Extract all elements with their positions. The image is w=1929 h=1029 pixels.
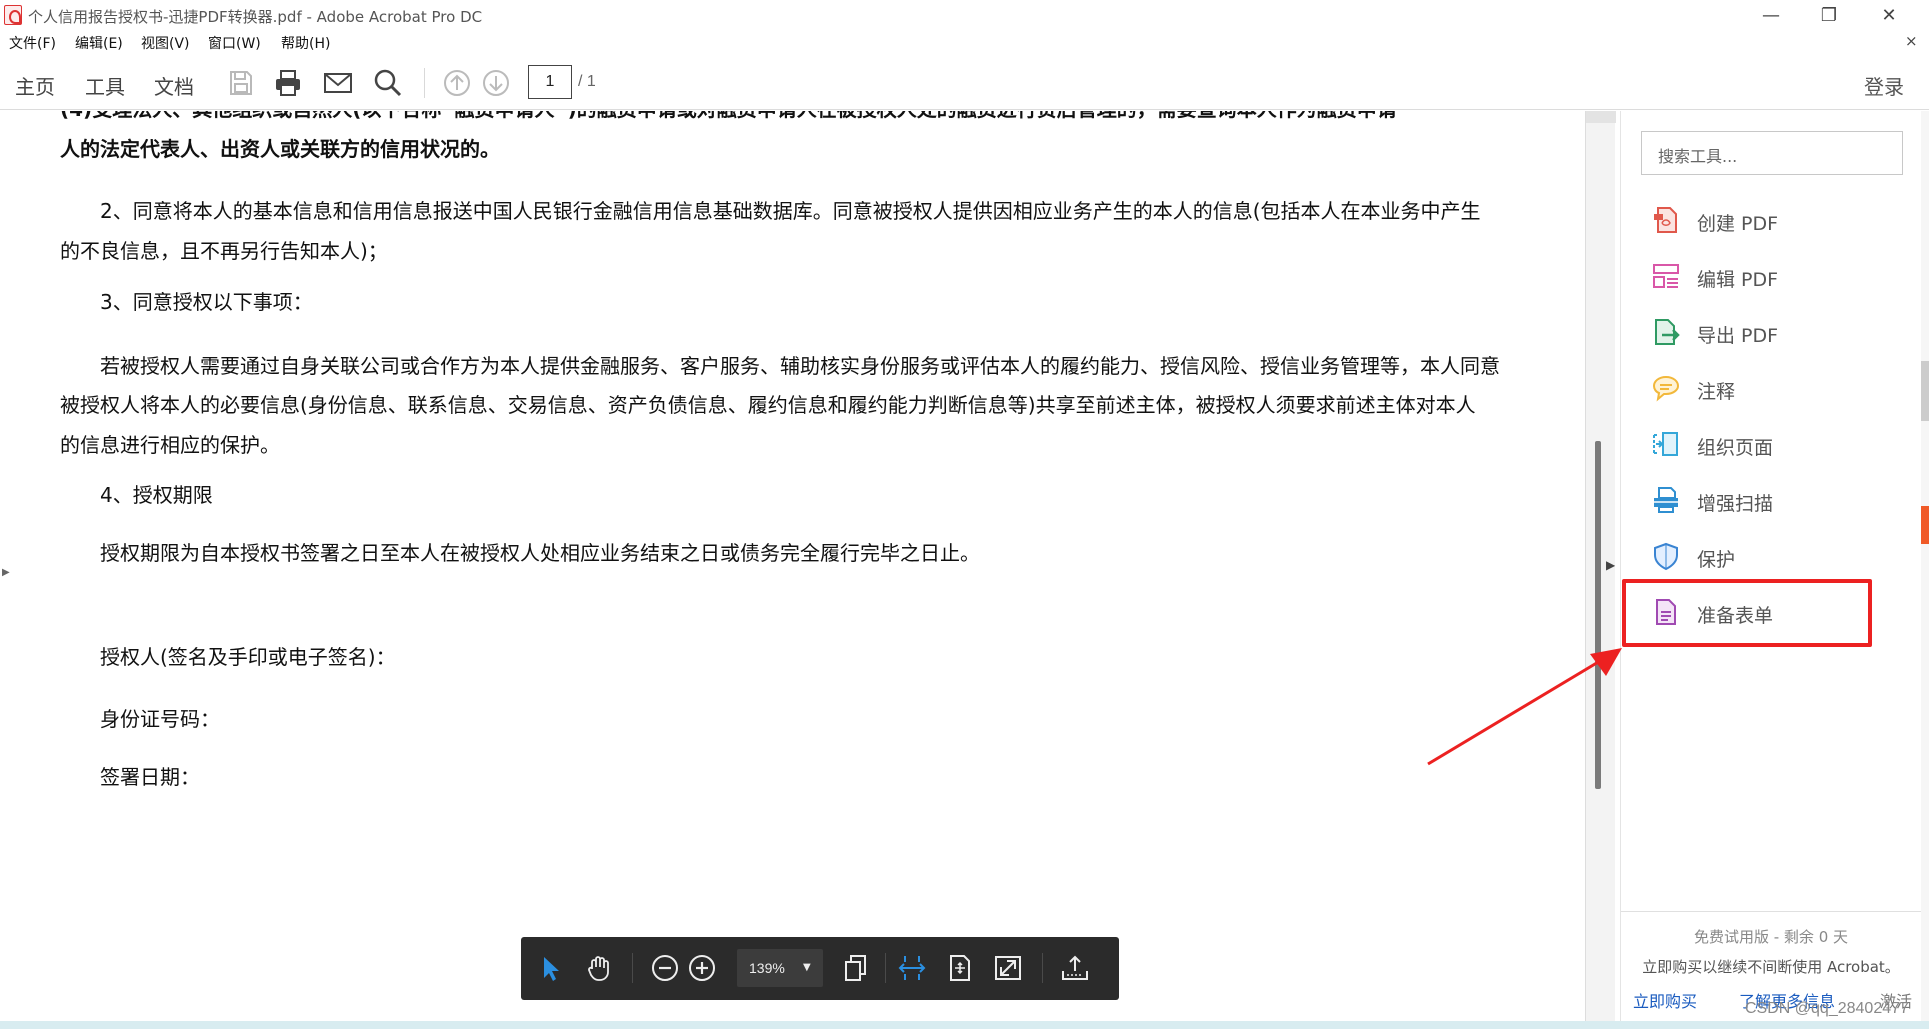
annotation-highlight-box	[1622, 579, 1872, 647]
doc-paragraph: 人的法定代表人、出资人或关联方的信用状况的。	[60, 137, 500, 161]
edge-orange-tab[interactable]	[1921, 506, 1929, 544]
toolbar-divider	[424, 68, 425, 98]
tab-home[interactable]: 主页	[15, 71, 55, 100]
maximize-button[interactable]: ❐	[1800, 0, 1858, 30]
minimize-button[interactable]: —	[1742, 0, 1800, 30]
create-pdf-icon	[1654, 207, 1677, 233]
document-view[interactable]: ▶ (4)受理法人、其他组织或自然人(以下合称“融资申请人”)的融资申请或对融资…	[0, 111, 1590, 1021]
export-pdf-icon	[1655, 319, 1680, 345]
tool-label: 增强扫描	[1697, 493, 1774, 515]
organize-pages-icon	[1653, 432, 1678, 456]
tool-label: 编辑 PDF	[1697, 269, 1779, 291]
right-panel-toggle-icon[interactable]: ▶	[1606, 558, 1615, 572]
hand-icon[interactable]	[584, 953, 614, 983]
main-toolbar: 主页 工具 文档 1 / 1 登录	[0, 54, 1929, 110]
window-title: 个人信用报告授权书-迅捷PDF转换器.pdf - Adobe Acrobat P…	[28, 8, 483, 26]
menu-file[interactable]: 文件(F)	[9, 33, 56, 53]
tool-label: 保护	[1697, 549, 1736, 571]
left-panel-toggle-icon[interactable]: ▶	[2, 567, 10, 578]
acrobat-app-icon	[4, 5, 22, 25]
annotation-arrow-icon	[1427, 648, 1622, 766]
doc-paragraph: 被授权人将本人的必要信息(身份信息、联系信息、交易信息、资产负债信息、履约信息和…	[60, 393, 1476, 417]
save-icon[interactable]	[226, 68, 256, 98]
right-edge-strip	[1921, 111, 1929, 1021]
menu-view[interactable]: 视图(V)	[141, 33, 190, 53]
print-icon[interactable]	[273, 68, 303, 98]
chevron-down-icon: ▼	[803, 962, 811, 973]
menu-window[interactable]: 窗口(W)	[208, 33, 261, 53]
close-document-icon[interactable]: ×	[1905, 32, 1918, 50]
page-up-icon[interactable]	[442, 68, 472, 98]
edge-scroll-segment	[1921, 361, 1929, 421]
tool-organize-pages[interactable]: 组织页面	[1651, 425, 1881, 465]
scrollbar-top-cap	[1586, 111, 1616, 123]
doc-paragraph: (4)受理法人、其他组织或自然人(以下合称“融资申请人”)的融资申请或对融资申请…	[60, 111, 1397, 129]
tab-document[interactable]: 文档	[154, 71, 194, 100]
watermark-text: CSDN @qq_28402477	[1745, 1000, 1909, 1017]
floating-page-toolbar: 139% ▼	[521, 937, 1119, 1000]
enhance-scan-icon	[1652, 487, 1680, 513]
menu-edit[interactable]: 编辑(E)	[75, 33, 123, 53]
trial-description: 立即购买以继续不间断使用 Acrobat。	[1642, 958, 1900, 976]
doc-paragraph: 授权人(签名及手印或电子签名)：	[100, 645, 396, 669]
doc-paragraph: 签署日期：	[100, 765, 200, 789]
tool-label: 创建 PDF	[1697, 213, 1779, 235]
tool-comment[interactable]: 注释	[1651, 369, 1881, 409]
protect-icon	[1654, 542, 1678, 571]
fullscreen-icon[interactable]	[993, 953, 1023, 983]
tools-pane: 搜索工具... 创建 PDF 编辑 PDF 导出 PDF 注释 组织页面 增强扫…	[1620, 111, 1921, 1021]
tool-enhance-scan[interactable]: 增强扫描	[1651, 481, 1881, 521]
page-number-input[interactable]: 1	[528, 65, 572, 99]
close-button[interactable]: ✕	[1860, 0, 1918, 30]
menu-help[interactable]: 帮助(H)	[281, 33, 330, 53]
tool-export-pdf[interactable]: 导出 PDF	[1651, 313, 1881, 353]
float-toolbar-divider	[632, 953, 633, 983]
search-icon[interactable]	[373, 68, 403, 98]
doc-paragraph: 3、同意授权以下事项：	[100, 290, 313, 314]
title-bar: 个人信用报告授权书-迅捷PDF转换器.pdf - Adobe Acrobat P…	[0, 0, 1929, 30]
doc-paragraph: 若被授权人需要通过自身关联公司或合作方为本人提供金融服务、客户服务、辅助核实身份…	[100, 354, 1500, 378]
float-toolbar-divider	[1042, 953, 1043, 983]
float-toolbar-divider	[885, 953, 886, 983]
doc-paragraph: 身份证号码：	[100, 707, 220, 731]
page-total: / 1	[578, 73, 596, 90]
tool-search-input[interactable]: 搜索工具...	[1641, 131, 1903, 175]
comment-icon	[1652, 375, 1680, 402]
tool-protect[interactable]: 保护	[1651, 537, 1881, 577]
mail-icon[interactable]	[323, 68, 353, 98]
tab-tools[interactable]: 工具	[85, 71, 125, 100]
tool-create-pdf[interactable]: 创建 PDF	[1651, 201, 1881, 241]
fit-width-icon[interactable]	[897, 953, 927, 983]
zoom-level-dropdown[interactable]: 139% ▼	[737, 949, 823, 987]
doc-paragraph: 的信息进行相应的保护。	[60, 433, 280, 457]
bottom-status-strip	[0, 1021, 1929, 1029]
page-view-icon[interactable]	[841, 953, 871, 983]
tool-label: 组织页面	[1697, 437, 1774, 459]
zoom-in-icon[interactable]	[687, 953, 717, 983]
zoom-level-value: 139%	[749, 960, 785, 976]
doc-paragraph: 4、授权期限	[100, 483, 213, 507]
doc-paragraph: 授权期限为自本授权书签署之日至本人在被授权人处相应业务结束之日或债务完全履行完毕…	[100, 541, 980, 565]
buy-now-link[interactable]: 立即购买	[1633, 988, 1697, 1012]
select-arrow-icon[interactable]	[535, 953, 565, 983]
share-tray-icon[interactable]	[1060, 953, 1090, 983]
trial-title: 免费试用版 - 剩余 0 天	[1693, 928, 1849, 946]
tool-label: 导出 PDF	[1697, 325, 1779, 347]
page-down-icon[interactable]	[481, 68, 511, 98]
tool-label: 注释	[1697, 381, 1736, 403]
fit-page-icon[interactable]	[945, 953, 975, 983]
edit-pdf-icon	[1653, 264, 1679, 288]
doc-paragraph: 2、同意将本人的基本信息和信用信息报送中国人民银行金融信用信息基础数据库。同意被…	[100, 199, 1481, 223]
login-button[interactable]: 登录	[1864, 71, 1904, 100]
zoom-out-icon[interactable]	[650, 953, 680, 983]
tool-edit-pdf[interactable]: 编辑 PDF	[1651, 257, 1881, 297]
doc-paragraph: 的不良信息，且不再另行告知本人)；	[60, 239, 388, 263]
menu-bar: 文件(F) 编辑(E) 视图(V) 窗口(W) 帮助(H) ×	[0, 30, 1929, 54]
